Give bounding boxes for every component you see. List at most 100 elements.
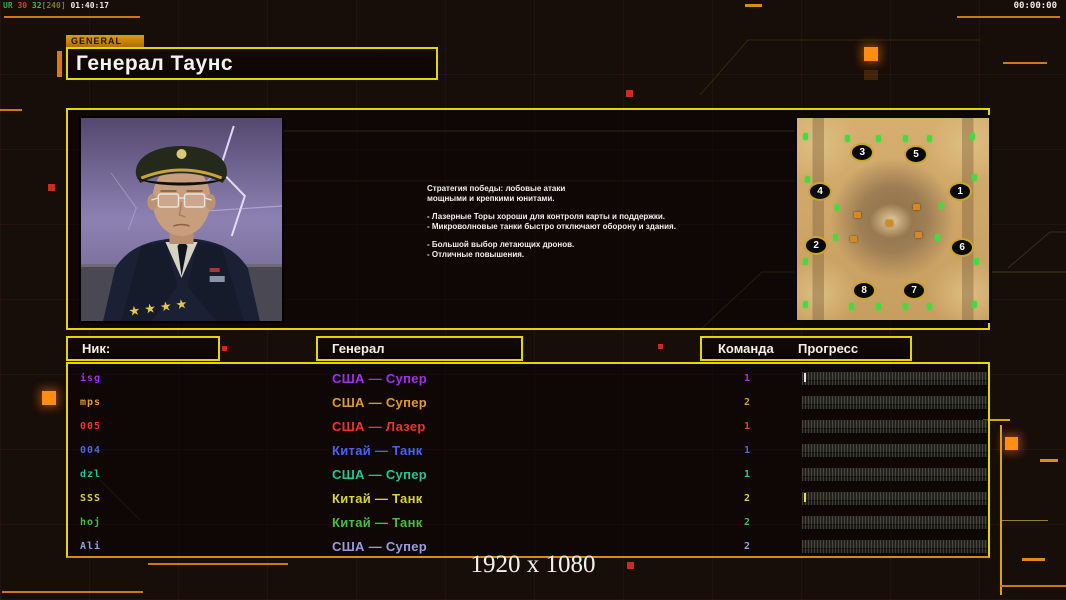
status-segment: UR [3, 1, 13, 10]
player-general: США — Лазер [332, 419, 426, 434]
supply-dot [802, 300, 808, 308]
progress-bar [802, 516, 987, 529]
supply-dot [939, 201, 944, 209]
supply-dot [802, 133, 808, 141]
player-team: 2 [743, 397, 751, 408]
player-row: mps США — Супер 2 [68, 391, 987, 415]
decor-line [745, 4, 762, 7]
decor-square-red [626, 90, 633, 97]
decor-line [2, 591, 143, 593]
decor-square-red [48, 184, 55, 191]
header-nick: Ник: [66, 336, 220, 361]
player-general: Китай — Танк [332, 515, 423, 530]
strategy-line: - Лазерные Торы хороши для контроля карт… [427, 212, 666, 221]
player-general: Китай — Танк [332, 491, 423, 506]
decor-line [0, 109, 22, 111]
start-position-badge: 3 [850, 143, 875, 163]
player-nick: 004 [80, 445, 102, 456]
supply-dot [802, 258, 808, 266]
resolution-watermark: 1920 x 1080 [470, 551, 596, 578]
supply-dot [973, 258, 979, 266]
decor-line [1040, 459, 1058, 462]
progress-bar [802, 468, 987, 481]
decor-square-reflection [864, 70, 878, 80]
progress-tick [804, 373, 806, 382]
player-team: 1 [743, 373, 751, 384]
decor-square-red [222, 346, 227, 351]
status-segment: [240] [41, 1, 66, 10]
player-nick: mps [80, 397, 102, 408]
tech-building-dot [849, 236, 857, 243]
header-general-label: Генерал [332, 341, 385, 356]
status-segment: 30 [12, 1, 28, 10]
start-position-badge: 5 [904, 145, 929, 165]
start-position-badge: 8 [852, 280, 877, 300]
general-info-panel: ★ ★ ★ ★ Стратегия победы: лобовые атаки м… [66, 108, 992, 330]
player-row: dzl США — Супер 1 [68, 463, 987, 487]
decor-square-orange [42, 391, 56, 405]
player-general: США — Супер [332, 467, 428, 482]
player-team: 1 [743, 445, 751, 456]
start-position-badge: 2 [804, 236, 829, 256]
player-row: hoj Китай — Танк 2 [68, 511, 987, 535]
decor-square-orange [1005, 437, 1018, 450]
player-row: 005 США — Лазер 1 [68, 415, 987, 439]
tech-building-dot [886, 220, 894, 227]
strategy-line: мощными и крепкими юнитами. [427, 194, 555, 203]
page-title: Генерал Таунс [76, 52, 234, 75]
progress-bar [802, 396, 987, 409]
player-nick: isg [80, 373, 102, 384]
status-segment: 32 [27, 1, 42, 10]
header-general: Генерал [316, 336, 523, 361]
map-preview: 1 2 34 5 6 7 8 [794, 115, 992, 323]
player-row: SSS Китай — Танк 2 [68, 487, 987, 511]
player-nick: SSS [80, 493, 102, 504]
decor-line [57, 51, 62, 77]
header-team-label: Команда [718, 341, 774, 356]
supply-dot [875, 302, 881, 310]
decor-line [4, 16, 140, 18]
supply-dot [835, 203, 841, 211]
strategy-line: - Большой выбор летающих дронов. [427, 240, 575, 249]
player-general: США — Супер [332, 395, 428, 410]
progress-bar [802, 372, 987, 385]
strategy-gap [427, 204, 772, 212]
player-nick: dzl [80, 469, 102, 480]
tech-building-dot [853, 211, 861, 218]
supply-dot [971, 173, 977, 181]
strategy-line: - Отличные повышения. [427, 250, 525, 259]
strategy-line: Стратегия победы: лобовые атаки [427, 184, 566, 193]
player-nick: 005 [80, 421, 102, 432]
start-position-badge: 7 [902, 280, 927, 300]
strategy-line: - Микроволновые танки быстро отключают о… [427, 222, 676, 231]
supply-dot [902, 302, 908, 310]
supply-dot [969, 133, 975, 141]
supply-dot [935, 234, 941, 242]
match-timer: 00:00:00 [1013, 1, 1057, 11]
general-tab-label: GENERAL [66, 35, 144, 47]
start-position-badge: 6 [950, 238, 975, 258]
player-team: 1 [743, 421, 751, 432]
supply-dot [927, 302, 933, 310]
player-nick: hoj [80, 517, 102, 528]
header-team-progress: Команда Прогресс [700, 336, 912, 361]
start-position-badge: 4 [808, 181, 833, 201]
decor-square-orange [864, 47, 878, 61]
player-general: США — Супер [332, 371, 428, 386]
supply-dot [902, 135, 908, 143]
player-team: 2 [743, 517, 751, 528]
progress-tick [804, 493, 806, 502]
strategy-gap [427, 232, 772, 240]
general-portrait: ★ ★ ★ ★ [79, 116, 284, 323]
supply-dot [927, 135, 933, 143]
general-title-box: Генерал Таунс [66, 47, 438, 80]
player-lobby-table: isg США — Супер 1 mps США — Супер 2 005 США — Л… [66, 362, 990, 558]
player-general: Китай — Танк [332, 443, 423, 458]
supply-dot [875, 135, 881, 143]
tech-building-dot [913, 203, 921, 210]
player-row: isg США — Супер 1 [68, 367, 987, 391]
progress-bar [802, 492, 987, 505]
decor-line [957, 16, 1060, 18]
status-segment: 01:40:17 [65, 1, 109, 10]
supply-dot [844, 135, 850, 143]
